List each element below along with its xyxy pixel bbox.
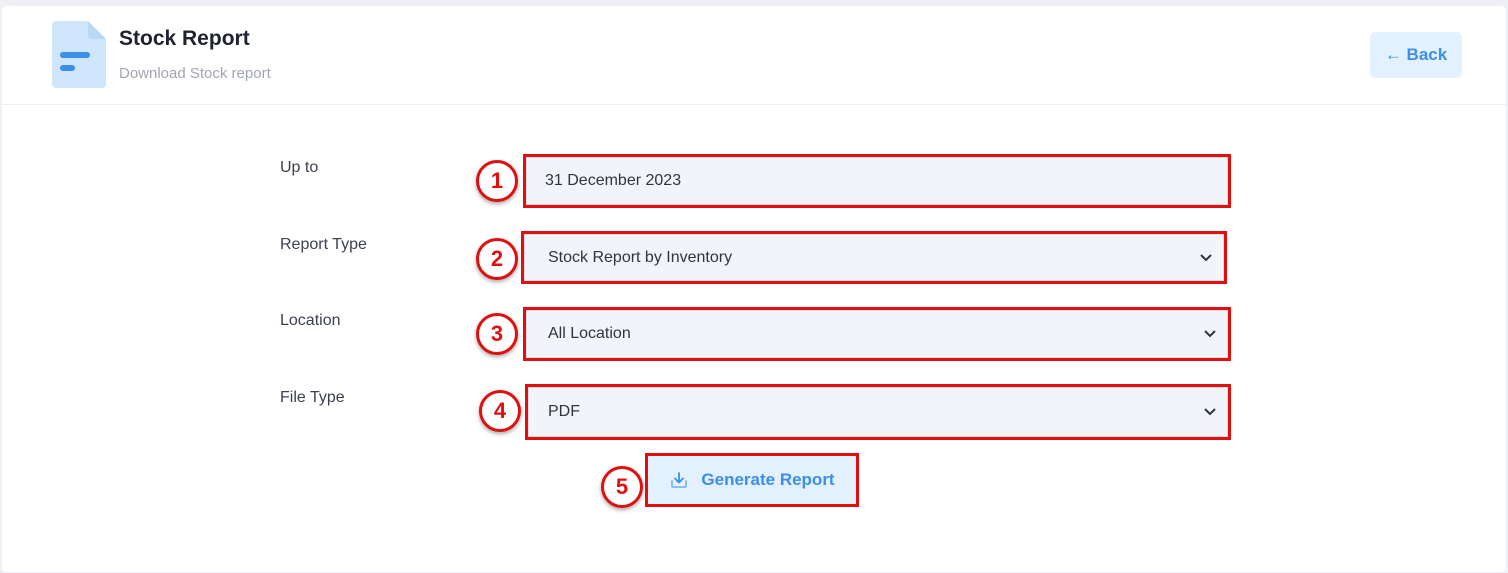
file-type-label: File Type: [280, 389, 345, 406]
up-to-label: Up to: [280, 159, 319, 176]
download-icon: [671, 472, 688, 488]
step-badge-3: 3: [476, 313, 518, 355]
document-icon: [52, 21, 106, 88]
page-title: Stock Report: [119, 27, 250, 50]
chevron-down-icon: [1204, 408, 1216, 416]
step-badge-4: 4: [479, 390, 521, 432]
step-badge-2: 2: [476, 238, 518, 280]
page-subtitle: Download Stock report: [119, 65, 271, 82]
up-to-date-value: 31 December 2023: [545, 172, 682, 189]
up-to-date-input[interactable]: 31 December 2023: [523, 154, 1231, 208]
report-type-label: Report Type: [280, 236, 367, 253]
step-badge-5: 5: [601, 466, 643, 508]
location-value: All Location: [548, 325, 631, 342]
back-button[interactable]: ← Back: [1370, 32, 1462, 78]
location-select[interactable]: All Location: [523, 307, 1231, 361]
generate-report-button[interactable]: Generate Report: [645, 453, 859, 507]
page-header: Stock Report Download Stock report ← Bac…: [2, 6, 1506, 105]
file-type-select[interactable]: PDF: [525, 384, 1231, 440]
step-badge-1: 1: [476, 160, 518, 202]
location-label: Location: [280, 312, 341, 329]
report-type-value: Stock Report by Inventory: [548, 248, 733, 266]
generate-report-label: Generate Report: [701, 470, 835, 489]
file-type-value: PDF: [548, 403, 580, 420]
report-type-select[interactable]: Stock Report by Inventory: [521, 231, 1227, 284]
chevron-down-icon: [1200, 253, 1212, 261]
chevron-down-icon: [1204, 330, 1216, 338]
